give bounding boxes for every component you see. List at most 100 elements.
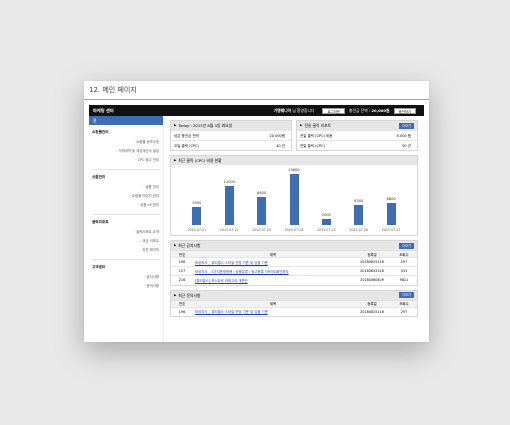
category-label: 2015-07-21 [187,228,207,232]
column-header: 등록일 [353,299,391,307]
sidebar-home[interactable]: 홈 [89,116,163,125]
row-value: 50 건 [402,144,411,148]
notices-table: 번호 제목 등록일 조회수 196 보공지사 _ 뷰티멀스 스타일 연장 기준 … [171,250,417,285]
presentation-card: 12. 메인 페이지 마케팅 센터 가맹웨니아 님 환영합니다 로그아웃 충전금… [84,81,429,342]
cell-date: 20180652316 [353,266,391,276]
sidebar-item-shop-images[interactable]: 쇼핑몰 이미지 관리 [89,191,163,200]
category-label: 2015-07-24 [284,228,304,232]
sidebar-item-billing-report[interactable]: 과금 리포트 [89,236,163,245]
bar-value-label: 5500 [192,201,202,206]
notices-box: ▶ 최근 공지사항 더보기 번호 제목 등록일 조회수 196 보공지사 _ 뷰티멀… [170,240,418,286]
click-report-box: ▶ 전일 클릭 리포트 더보기 전일 클릭 (CPC) 비용 5,000 원 전일 클… [296,120,418,151]
inquiry-link[interactable]: 보공지사 _ 뷰티멀스 스타일 연장 기준 및 입점 기준 [193,306,353,316]
triangle-right-icon: ▶ [174,243,177,247]
row-value: 40 건 [276,144,285,148]
report-row: 전일 클릭 (CPC) 50 건 [297,140,417,150]
column-header: 조회수 [391,299,417,307]
charge-button[interactable]: 충전하기 [393,107,416,114]
row-label: 오늘 클릭 (CPC) [174,144,199,148]
cell-date: 20180825116 [353,257,391,267]
triangle-right-icon: ▶ [174,123,177,127]
sidebar-item-product-ep[interactable]: 상품 eP 관리 [89,200,163,209]
row-label: 전일 클릭 (CPC) [300,144,325,148]
bar-value-label: 6800 [386,196,396,201]
welcome-suffix: 님 환영합니다 [292,107,315,113]
table-row: 157 보공지사 _ 5가지운영정책 / 상품분류 / 광고등록 TIP이도확인… [171,266,417,276]
chart-bar [257,197,267,225]
sidebar-item-click-summary[interactable]: 클릭리포트 요약 [89,227,163,236]
category-label: 2015-07-23 [252,228,271,232]
inquiries-title: 최근 문의사항 [178,292,201,298]
main-content: ▶ Today : 2015년 8월 4일 화요일 남은 충전금 전액 20,000… [164,116,424,342]
logo: 마케팅 센터 [93,107,114,113]
cell-date: 20180060409 [353,275,391,285]
triangle-right-icon: ▶ [174,292,177,297]
category-label: 2015-07-27 [381,228,401,232]
bar-value-label: 12000 [223,180,235,184]
column-header: 번호 [171,299,193,307]
click-report-title: 전일 클릭 리포트 [304,123,332,128]
notices-title: 최근 공지사항 [178,243,201,248]
sidebar-section-title: 클릭리포트 [92,220,109,224]
sidebar: 홈 쇼핑몰관리 쇼핑몰 정보수정 거래내역 및 세금계산서 발급 CPC 광고 … [89,116,164,342]
inquiries-more-button[interactable]: 더보기 [399,292,414,298]
row-label: 남은 충전금 전액 [174,134,199,138]
bar-value-label: 2000 [321,212,331,217]
column-header: 등록일 [353,250,391,258]
today-box: ▶ Today : 2015년 8월 4일 화요일 남은 충전금 전액 20,000… [170,120,292,151]
cell-views: 531 [391,266,417,276]
row-value: 5,000 원 [396,134,411,138]
table-row: 216 [뷰티멀스] 포스트릭 카테고리 개편안 20180060409 982… [171,275,417,285]
row-label: 전일 클릭 (CPC) 비용 [300,134,333,138]
chart-bar [192,207,202,225]
cell-no: 157 [171,266,193,276]
table-row: 196 보공지사 _ 뷰티멀스 스타일 연장 기준 및 입점 기준 201808… [171,306,417,316]
category-label: 2015-07-22 [219,228,239,232]
notices-more-button[interactable]: 더보기 [399,242,414,249]
inquiries-table: 번호 제목 등록일 조회수 196 보공지사 _ 뷰티멀스 스타일 연장 기준 … [171,299,417,316]
notice-link[interactable]: 보공지사 _ 5가지운영정책 / 상품분류 / 광고등록 TIP이도확인하자 [193,266,353,276]
chart-bar [224,186,234,225]
ui-screenshot: 마케팅 센터 가맹웨니아 님 환영합니다 로그아웃 충전금 잔액 : 20,00… [89,105,424,342]
sidebar-item-transactions[interactable]: 거래내역 및 세금계산서 발급 [89,146,163,155]
balance-label: 충전금 잔액 : [348,107,371,113]
user-name: 가맹웨니아 [273,107,292,113]
chart-bar [321,218,331,225]
chart-bar [386,202,396,225]
cell-views: 297 [391,306,417,316]
sidebar-item-cpc-ads[interactable]: CPC 광고 관리 [89,155,163,164]
table-row: 196 보공지사 _ 뷰티멀스 스타일 연장 기준 및 입점 기준 201808… [171,257,417,267]
bar-value-label: 6200 [354,198,364,203]
page-title: 12. 메인 페이지 [84,81,429,100]
today-row: 오늘 클릭 (CPC) 40 건 [171,140,291,150]
cell-no: 216 [171,275,193,285]
cell-no: 196 [171,306,193,316]
click-report-more-button[interactable]: 더보기 [399,122,414,129]
category-label: 2015-07-25 [317,228,336,232]
sidebar-item-shop-info[interactable]: 쇼핑몰 정보수정 [89,137,163,146]
cell-views: 9821 [391,275,417,285]
cell-no: 196 [171,257,193,267]
notice-link[interactable]: 보공지사 _ 뷰티멀스 스타일 연장 기준 및 입점 기준 [193,257,353,267]
sidebar-item-recommend[interactable]: 추천 매각작 [89,245,163,254]
row-value: 20,000원 [269,134,285,138]
column-header: 조회수 [391,250,417,258]
report-row: 전일 클릭 (CPC) 비용 5,000 원 [297,130,417,140]
sidebar-section-title: 상품관리 [92,175,106,179]
triangle-right-icon: ▶ [300,123,303,127]
notice-link[interactable]: [뷰티멀스] 포스트릭 카테고리 개편안 [193,275,353,285]
cpc-bar-chart: 5500 2015-07-21 12000 2015-07-22 8600 2015-07… [171,165,417,235]
chart-title: 최근 클릭 (CPC) 비용 현황 [178,158,222,163]
today-row: 남은 충전금 전액 20,000원 [171,130,291,140]
logout-button[interactable]: 로그아웃 [322,107,345,114]
balance-value: 20,000원 [371,107,390,113]
sidebar-item-notices[interactable]: 공지사항 [89,272,163,281]
welcome-text: 가맹웨니아 님 환영합니다 [274,108,315,114]
column-header: 번호 [171,250,193,258]
triangle-right-icon: ▶ [174,158,177,162]
balance-text: 충전금 잔액 : 20,000원 [349,108,390,114]
sidebar-item-products[interactable]: 상품 관리 [89,182,163,191]
cell-views: 297 [391,257,417,267]
sidebar-item-inquiries[interactable]: 문의사항 [89,281,163,290]
column-header: 제목 [193,299,353,307]
